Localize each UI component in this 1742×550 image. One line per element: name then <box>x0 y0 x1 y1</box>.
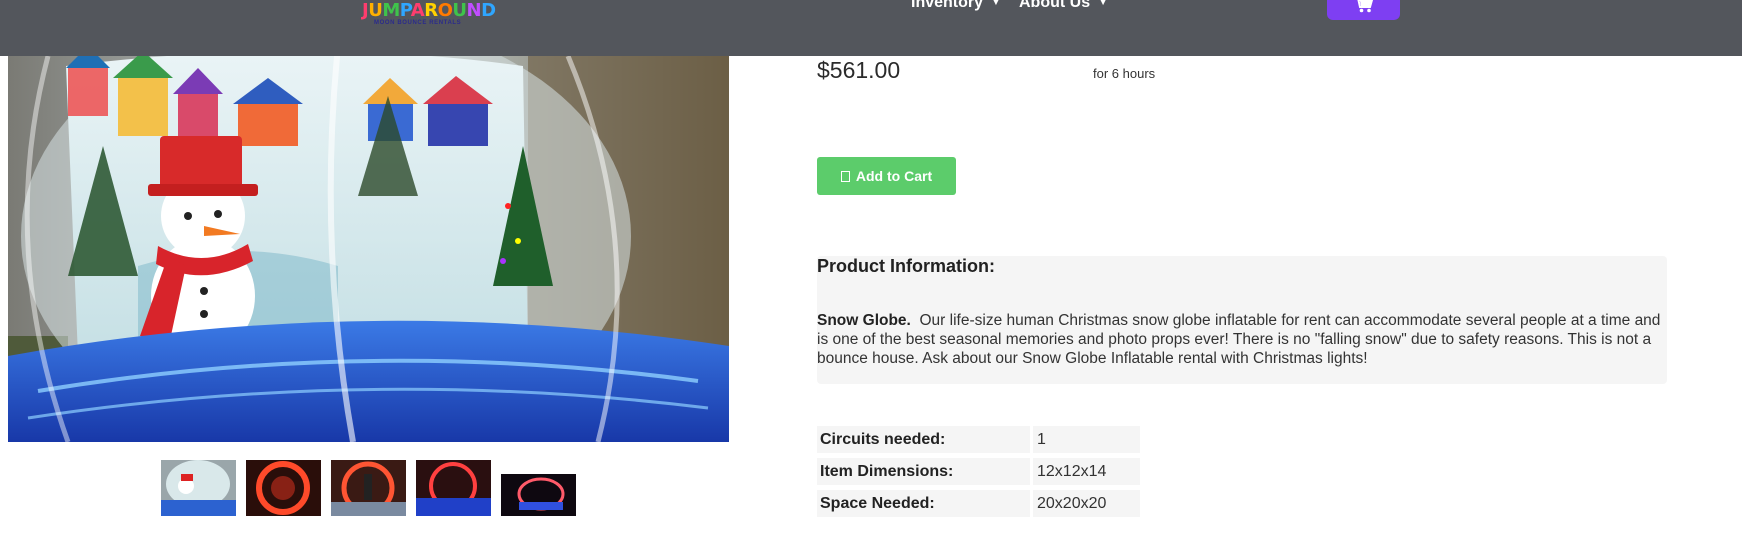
thumbnail-1[interactable] <box>161 460 236 516</box>
logo-text: JUMPAROUND <box>362 0 496 21</box>
nav-inventory-label: Inventory <box>911 0 984 11</box>
thumbnail-image <box>246 460 321 516</box>
thumbnail-5[interactable] <box>501 474 576 516</box>
product-price: $561.00 <box>817 57 901 83</box>
thumbnail-image <box>161 460 236 516</box>
product-info-title: Product Information: <box>817 256 995 276</box>
spec-value: 20x20x20 <box>1033 490 1140 517</box>
spec-label: Space Needed: <box>817 490 1030 517</box>
thumbnail-image <box>416 460 491 516</box>
thumbnail-3[interactable] <box>331 460 406 516</box>
caret-down-icon: ▼ <box>991 0 1001 8</box>
thumbnail-image <box>331 460 406 516</box>
caret-down-icon: ▼ <box>1098 0 1109 8</box>
add-to-cart-button[interactable]: Add to Cart <box>817 157 956 195</box>
jump-around-logo[interactable]: JUMPAROUND MOON BOUNCE RENTALS <box>362 0 496 30</box>
nav-about-us[interactable]: About Us ▼ <box>1019 0 1108 12</box>
thumbnail-2[interactable] <box>246 460 321 516</box>
logo-subtitle: MOON BOUNCE RENTALS <box>374 20 462 26</box>
shopping-cart-icon <box>1357 0 1374 13</box>
cart-icon <box>840 170 850 182</box>
site-header: JUMPAROUND MOON BOUNCE RENTALS Inventory… <box>0 0 1742 56</box>
nav-inventory[interactable]: Inventory ▼ <box>911 0 1001 12</box>
spec-value: 1 <box>1033 426 1140 453</box>
thumbnail-4[interactable] <box>416 460 491 516</box>
description-body: Our life-size human Christmas snow globe… <box>817 312 1661 367</box>
snow-globe-photo <box>8 56 729 442</box>
add-to-cart-label: Add to Cart <box>855 168 933 184</box>
cart-button[interactable] <box>1327 0 1400 20</box>
description-lead: Snow Globe. <box>817 312 911 329</box>
nav-about-label: About Us <box>1019 0 1091 11</box>
spec-value: 12x12x14 <box>1033 458 1140 485</box>
product-description: Snow Globe. Our life-size human Christma… <box>817 311 1667 368</box>
price-duration: for 6 hours <box>1093 66 1156 81</box>
product-main-image[interactable] <box>8 56 729 442</box>
thumbnail-image <box>501 474 576 516</box>
spec-label: Circuits needed: <box>817 426 1030 453</box>
spec-label: Item Dimensions: <box>817 458 1030 485</box>
